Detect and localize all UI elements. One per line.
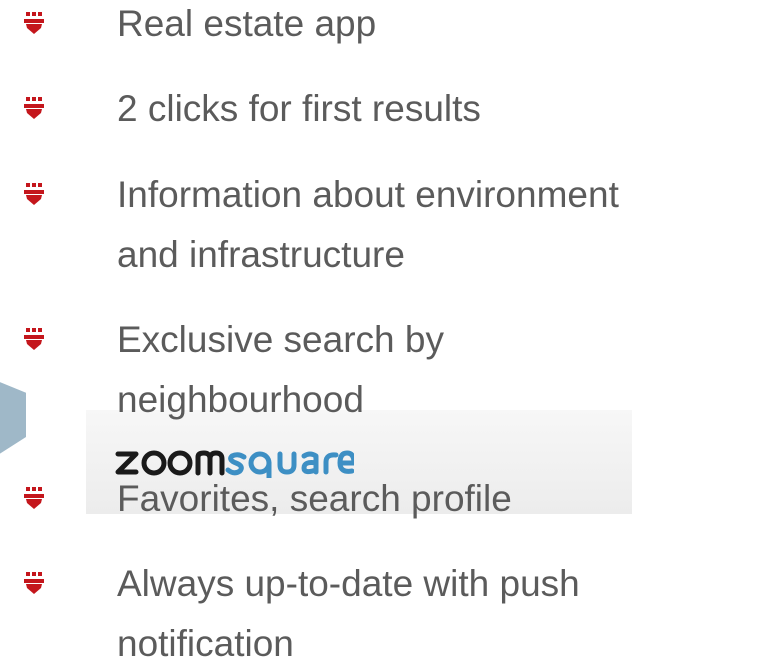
- bullet-text: Information about environment: [117, 174, 619, 215]
- side-shape: [0, 378, 26, 460]
- bullet-icon: [24, 487, 44, 509]
- bullet-text: and infrastructure: [117, 234, 405, 275]
- bullet-icon: [24, 97, 44, 119]
- bullet-text: neighbourhood: [117, 379, 364, 420]
- bullet-text: Real estate app: [117, 3, 377, 44]
- bullet-text: notification: [117, 623, 294, 664]
- bullet-icon: [24, 183, 44, 205]
- bullet-icon: [24, 328, 44, 350]
- slide: Real estate app 2 clicks for first resul…: [0, 0, 779, 668]
- bullet-text: Favorites, search profile: [117, 478, 512, 519]
- bullet-icon: [24, 572, 44, 594]
- bullet-text: Always up-to-date with push: [117, 563, 580, 604]
- bullet-icon: [24, 12, 44, 34]
- bullet-text: 2 clicks for first results: [117, 88, 481, 129]
- zoomsquare-logo: [115, 450, 354, 478]
- bullet-text: Exclusive search by: [117, 319, 444, 360]
